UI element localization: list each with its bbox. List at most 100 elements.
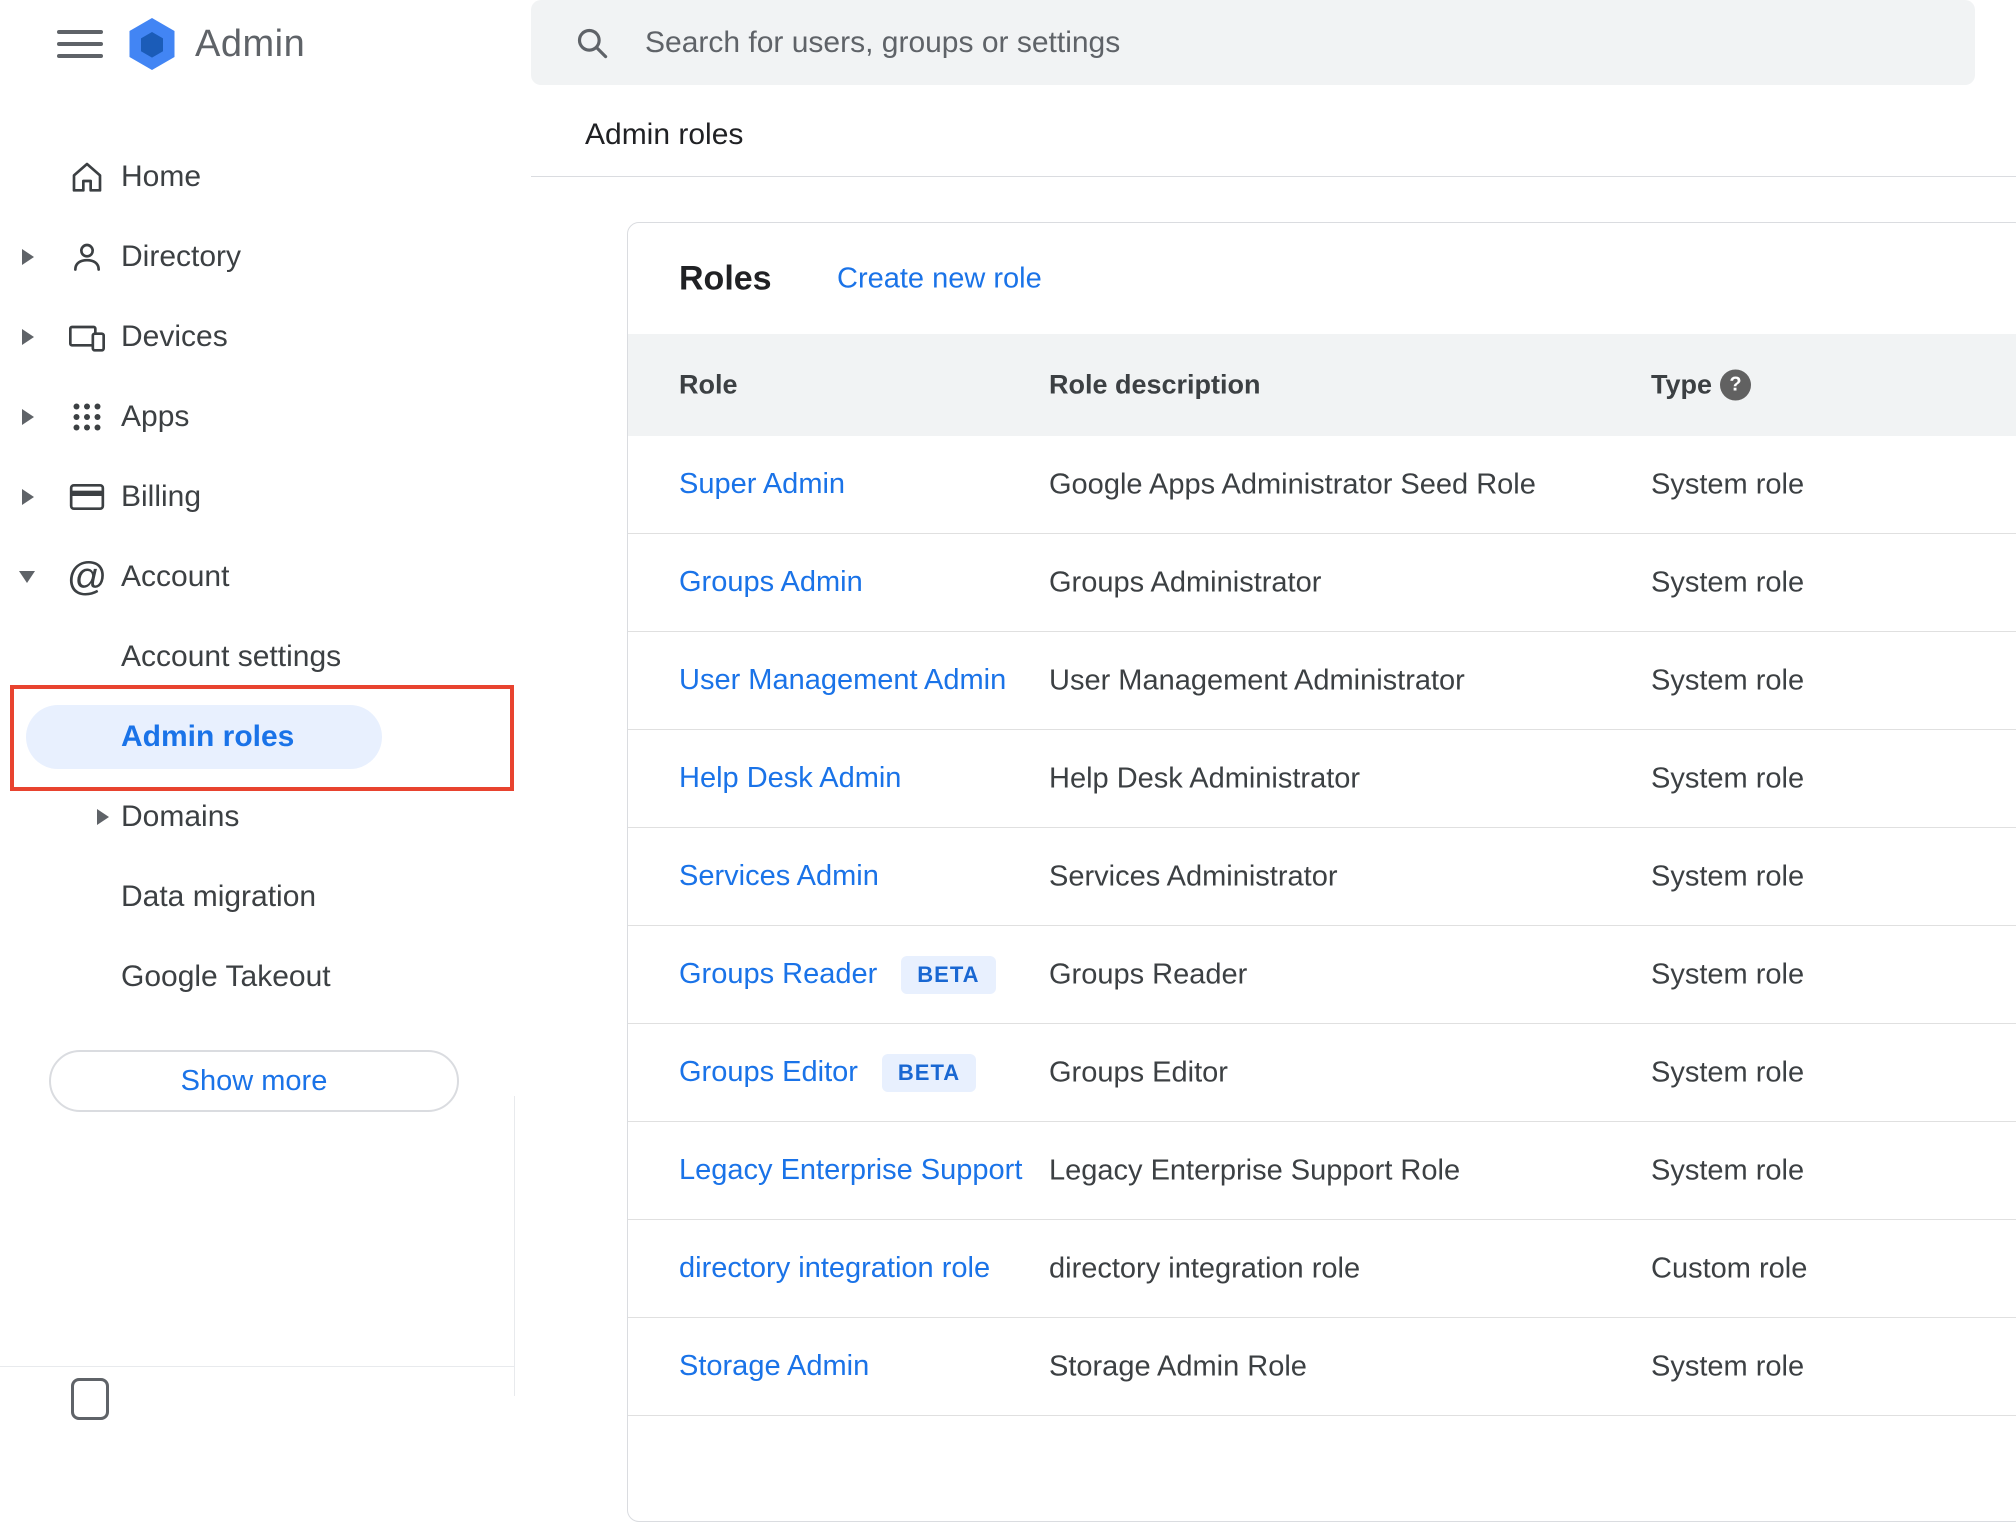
column-header-type: Type bbox=[1651, 369, 1713, 400]
sidebar-item-label: Account bbox=[121, 560, 230, 593]
sidebar-item-label: Admin roles bbox=[121, 720, 295, 753]
role-link[interactable]: Services Admin bbox=[679, 860, 879, 893]
sidebar-item-account[interactable]: @ Account bbox=[0, 537, 515, 617]
account-at-icon: @ bbox=[66, 554, 108, 599]
chevron-right-icon bbox=[97, 809, 109, 825]
role-link[interactable]: Groups Admin bbox=[679, 566, 863, 599]
role-description: Groups Reader bbox=[1049, 958, 1248, 990]
app-header: Admin bbox=[0, 0, 515, 88]
role-description: Legacy Enterprise Support Role bbox=[1049, 1154, 1461, 1186]
main-content: Admin roles Roles Create new role Role R… bbox=[515, 0, 2016, 1522]
table-row: Groups Reader BETA Groups Reader System … bbox=[628, 926, 2016, 1024]
role-link[interactable]: User Management Admin bbox=[679, 664, 1006, 697]
role-link[interactable]: directory integration role bbox=[679, 1252, 990, 1285]
role-type: System role bbox=[1651, 958, 1805, 990]
chevron-down-icon bbox=[19, 571, 35, 583]
roles-card: Roles Create new role Role Role descript… bbox=[627, 222, 2016, 1522]
role-description: directory integration role bbox=[1049, 1252, 1361, 1284]
sidebar-item-label: Domains bbox=[121, 800, 240, 833]
sidebar-item-home[interactable]: Home bbox=[0, 137, 515, 217]
role-type: System role bbox=[1651, 1154, 1805, 1186]
role-type: System role bbox=[1651, 1350, 1805, 1382]
show-more-button[interactable]: Show more bbox=[49, 1050, 459, 1112]
billing-icon bbox=[64, 474, 110, 520]
role-link[interactable]: Groups Reader bbox=[679, 958, 877, 991]
sidebar-item-devices[interactable]: Devices bbox=[0, 297, 515, 377]
chevron-right-icon bbox=[22, 329, 34, 345]
card-title: Roles bbox=[679, 259, 772, 297]
apps-grid-icon bbox=[64, 394, 110, 440]
table-row: User Management Admin User Management Ad… bbox=[628, 632, 2016, 730]
role-type: System role bbox=[1651, 566, 1805, 598]
table-row: Super Admin Google Apps Administrator Se… bbox=[628, 436, 2016, 534]
sidebar-item-label: Billing bbox=[121, 480, 202, 513]
role-type: System role bbox=[1651, 468, 1805, 500]
role-type: System role bbox=[1651, 664, 1805, 696]
sidebar-item-label: Home bbox=[121, 160, 202, 193]
menu-icon[interactable] bbox=[57, 22, 103, 66]
table-row: Legacy Enterprise Support Legacy Enterpr… bbox=[628, 1122, 2016, 1220]
role-type: System role bbox=[1651, 762, 1805, 794]
sidebar: Admin Home Directory Devices Apps Billin… bbox=[0, 0, 515, 1420]
role-description: Groups Editor bbox=[1049, 1056, 1228, 1088]
help-icon[interactable]: ? bbox=[1720, 369, 1751, 401]
sidebar-item-label: Account settings bbox=[121, 640, 342, 673]
devices-icon bbox=[64, 314, 110, 360]
sidebar-item-label: Data migration bbox=[121, 880, 317, 913]
sidebar-item-label: Directory bbox=[121, 240, 242, 273]
table-row: directory integration role directory int… bbox=[628, 1220, 2016, 1318]
search-icon bbox=[573, 24, 611, 62]
sidebar-item-google-takeout[interactable]: Google Takeout bbox=[0, 937, 515, 1017]
table-row: Services Admin Services Administrator Sy… bbox=[628, 828, 2016, 926]
sidebar-bottom-divider bbox=[0, 1366, 515, 1367]
role-description: Groups Administrator bbox=[1049, 566, 1322, 598]
menu-bar bbox=[57, 42, 103, 46]
sidebar-item-directory[interactable]: Directory bbox=[0, 217, 515, 297]
sidebar-item-label: Apps bbox=[121, 400, 190, 433]
table-row: Help Desk Admin Help Desk Administrator … bbox=[628, 730, 2016, 828]
role-type: System role bbox=[1651, 1056, 1805, 1088]
role-link[interactable]: Super Admin bbox=[679, 468, 845, 501]
sidebar-item-account-settings[interactable]: Account settings bbox=[0, 617, 515, 697]
sidebar-nav: Home Directory Devices Apps Billing @ Ac… bbox=[0, 137, 515, 1017]
breadcrumb: Admin roles bbox=[585, 118, 744, 151]
table-row: Storage Admin Storage Admin Role System … bbox=[628, 1318, 2016, 1416]
chevron-right-icon bbox=[22, 409, 34, 425]
sidebar-item-data-migration[interactable]: Data migration bbox=[0, 857, 515, 937]
sidebar-item-admin-roles[interactable]: Admin roles bbox=[0, 697, 515, 777]
role-link[interactable]: Legacy Enterprise Support bbox=[679, 1154, 1022, 1187]
app-logo[interactable]: Admin bbox=[127, 16, 305, 72]
create-new-role-link[interactable]: Create new role bbox=[837, 262, 1042, 295]
role-link[interactable]: Storage Admin bbox=[679, 1350, 869, 1383]
role-type: Custom role bbox=[1651, 1252, 1808, 1284]
role-description: Storage Admin Role bbox=[1049, 1350, 1307, 1382]
role-description: User Management Administrator bbox=[1049, 664, 1465, 696]
sidebar-item-label: Devices bbox=[121, 320, 228, 353]
menu-bar bbox=[57, 54, 103, 58]
table-row: Groups Editor BETA Groups Editor System … bbox=[628, 1024, 2016, 1122]
table-header-row: Role Role description Type ? bbox=[628, 334, 2016, 436]
beta-badge: BETA bbox=[881, 1053, 977, 1092]
sidebar-item-billing[interactable]: Billing bbox=[0, 457, 515, 537]
role-link[interactable]: Help Desk Admin bbox=[679, 762, 901, 795]
role-description: Help Desk Administrator bbox=[1049, 762, 1361, 794]
sidebar-item-label: Google Takeout bbox=[121, 960, 331, 993]
chevron-right-icon bbox=[22, 249, 34, 265]
role-link[interactable]: Groups Editor bbox=[679, 1056, 858, 1089]
admin-logo-icon bbox=[129, 18, 175, 70]
menu-bar bbox=[57, 30, 103, 34]
role-description: Google Apps Administrator Seed Role bbox=[1049, 468, 1536, 500]
search-bar bbox=[531, 0, 1975, 85]
roles-card-header: Roles Create new role bbox=[628, 223, 2016, 334]
role-description: Services Administrator bbox=[1049, 860, 1338, 892]
sidebar-item-domains[interactable]: Domains bbox=[0, 777, 515, 857]
sidebar-item-apps[interactable]: Apps bbox=[0, 377, 515, 457]
beta-badge: BETA bbox=[901, 955, 996, 994]
home-icon bbox=[64, 154, 110, 200]
chevron-right-icon bbox=[22, 489, 34, 505]
directory-icon bbox=[64, 234, 110, 280]
table-row: Groups Admin Groups Administrator System… bbox=[628, 534, 2016, 632]
search-input[interactable] bbox=[645, 25, 1975, 60]
partial-bottom-icon[interactable] bbox=[71, 1378, 109, 1420]
role-type: System role bbox=[1651, 860, 1805, 892]
